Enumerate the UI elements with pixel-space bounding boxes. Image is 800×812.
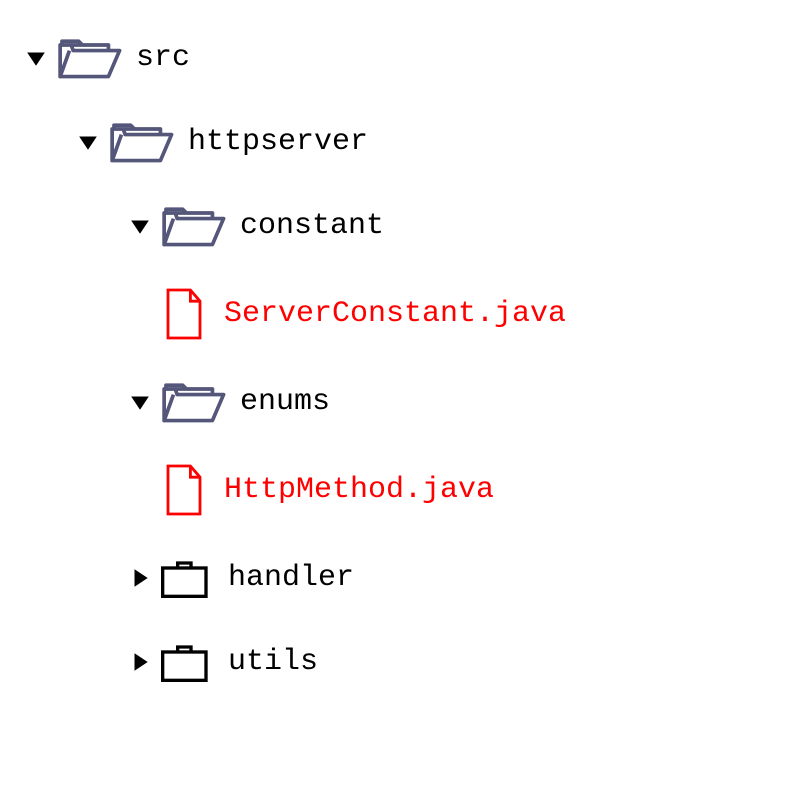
file-icon xyxy=(156,458,212,522)
chevron-right-icon[interactable] xyxy=(124,646,156,678)
tree-item-label: HttpMethod.java xyxy=(224,472,494,508)
folder-open-icon xyxy=(156,374,228,430)
tree-item-label: utils xyxy=(228,644,318,680)
tree-row[interactable]: enums xyxy=(20,374,780,430)
chevron-down-icon[interactable] xyxy=(124,210,156,242)
folder-closed-icon xyxy=(156,634,216,690)
tree-row[interactable]: constant xyxy=(20,198,780,254)
tree-row[interactable]: httpserver xyxy=(20,114,780,170)
chevron-down-icon[interactable] xyxy=(72,126,104,158)
file-icon xyxy=(156,282,212,346)
folder-open-icon xyxy=(52,30,124,86)
chevron-down-icon[interactable] xyxy=(124,386,156,418)
chevron-none xyxy=(124,298,156,330)
tree-row[interactable]: handler xyxy=(20,550,780,606)
tree-item-label: constant xyxy=(240,208,384,244)
chevron-down-icon[interactable] xyxy=(20,42,52,74)
tree-item-label: handler xyxy=(228,560,354,596)
tree-item-label: httpserver xyxy=(188,124,368,160)
folder-closed-icon xyxy=(156,550,216,606)
folder-open-icon xyxy=(104,114,176,170)
tree-row[interactable]: src xyxy=(20,30,780,86)
tree-row[interactable]: HttpMethod.java xyxy=(20,458,780,522)
tree-item-label: ServerConstant.java xyxy=(224,296,566,332)
chevron-none xyxy=(124,474,156,506)
tree-row[interactable]: utils xyxy=(20,634,780,690)
tree-row[interactable]: ServerConstant.java xyxy=(20,282,780,346)
folder-open-icon xyxy=(156,198,228,254)
chevron-right-icon[interactable] xyxy=(124,562,156,594)
tree-item-label: src xyxy=(136,40,190,76)
tree-item-label: enums xyxy=(240,384,330,420)
file-tree: src httpserver constant ServerConstant.j… xyxy=(20,30,780,690)
